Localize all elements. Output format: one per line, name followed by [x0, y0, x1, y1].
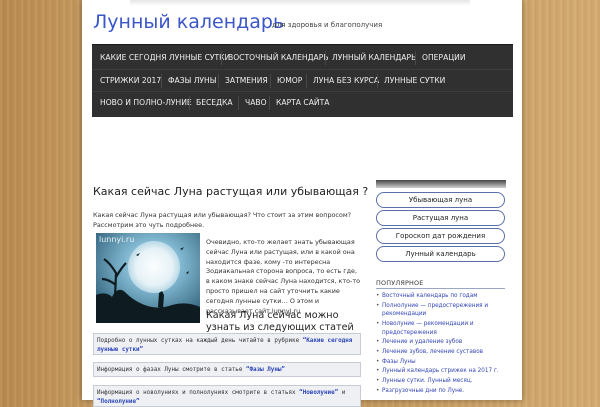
popular-item-label[interactable]: Разгрузочные дни по Луне. — [382, 388, 464, 394]
header-shadow — [130, 0, 470, 6]
moon-image: lunnyi.ru — [96, 233, 200, 323]
nav-item-eastern-calendar[interactable]: ВОСТОЧНЫЙ КАЛЕНДАРЬ — [228, 47, 329, 69]
popular-item[interactable]: • Лечение и удаление зубов — [376, 338, 506, 347]
popular-item-label[interactable]: Лечение зубов, лечение суставов — [382, 349, 483, 355]
sidebar-button-waxing-moon[interactable]: Растущая луна — [376, 210, 505, 226]
nav-item-today-lunar-days[interactable]: КАКИЕ СЕГОДНЯ ЛУННЫЕ СУТКИ — [100, 47, 230, 69]
popular-item-label[interactable]: Полнолуние — предостережения и рекоменда… — [382, 303, 488, 318]
site-title[interactable]: Лунный календарь — [93, 11, 284, 33]
popular-item[interactable]: • Разгрузочные дни по Луне. — [376, 387, 506, 396]
post-intro: Какая сейчас Луна растущая или убывающая… — [93, 211, 352, 229]
nav-item-gazebo[interactable]: БЕСЕДКА — [196, 92, 233, 114]
info-text: и — [338, 390, 346, 396]
nav-item-new-full-moon[interactable]: НОВО И ПОЛНО-ЛУНИЕ — [100, 92, 192, 114]
moon-illustration — [96, 233, 200, 323]
nav-separator — [238, 96, 239, 110]
nav-item-humor[interactable]: ЮМОР — [277, 70, 302, 92]
popular-item[interactable]: • Новолуние — рекомендации и предостереже… — [376, 320, 506, 337]
image-caption-text: Очевидно, кто-то желает знать убывающая … — [206, 238, 360, 315]
bullet-icon: • — [376, 348, 380, 355]
nav-row: СТРИЖКИ 2017 ФАЗЫ ЛУНЫ ЗАТМЕНИЯ ЮМОР ЛУН… — [92, 69, 513, 92]
popular-list: • Восточный календарь по годам • Полнолуни… — [376, 292, 506, 396]
info-link-moon-phases[interactable]: “Фазы Луны” — [246, 367, 285, 373]
popular-divider — [376, 288, 505, 289]
info-text: Информация о фазах Луны смотрите в стать… — [97, 367, 246, 373]
site-tagline: для здоровья и благополучия — [272, 21, 383, 29]
nav-separator — [306, 74, 307, 88]
nav-item-haircuts-2017[interactable]: СТРИЖКИ 2017 — [100, 70, 161, 92]
nav-separator — [218, 74, 219, 88]
popular-item-label[interactable]: Новолуние — рекомендации и предостережен… — [382, 321, 474, 336]
bullet-icon: • — [376, 302, 380, 309]
bullet-icon: • — [376, 378, 380, 384]
popular-item[interactable]: • Фазы Луны — [376, 358, 506, 367]
popular-heading: ПОПУЛЯРНОЕ — [376, 279, 424, 287]
popular-item-label[interactable]: Лунные сутки. Лунный месяц. — [382, 378, 473, 384]
popular-item[interactable]: • Лечение зубов, лечение суставов — [376, 348, 506, 357]
bullet-icon: • — [376, 320, 380, 327]
bullet-icon: • — [376, 368, 380, 375]
bullet-icon: • — [376, 387, 380, 394]
nav-separator — [415, 51, 416, 65]
sidebar-button-waning-moon[interactable]: Убывающая луна — [376, 192, 505, 208]
info-box-new-full-moon: Информация о новолуниях и полнолуниях см… — [93, 385, 361, 407]
nav-separator — [221, 51, 222, 65]
post-title[interactable]: Какая сейчас Луна растущая или убывающая… — [93, 185, 368, 198]
bullet-icon: • — [376, 339, 380, 346]
popular-item[interactable]: • Полнолуние — предостережения и рекоменд… — [376, 302, 506, 319]
nav-separator — [269, 96, 270, 110]
nav-item-operations[interactable]: ОПЕРАЦИИ — [422, 47, 466, 69]
sidebar-button-lunar-calendar[interactable]: Лунный календарь — [376, 246, 505, 262]
nav-item-lunar-calendar[interactable]: ЛУННЫЙ КАЛЕНДАРЬ — [332, 47, 416, 69]
nav-item-void-moon[interactable]: ЛУНА БЕЗ КУРСА — [313, 70, 379, 92]
popular-item-label[interactable]: Лунный календарь стрижек на 2017 г. — [382, 368, 499, 374]
image-watermark: lunnyi.ru — [99, 235, 135, 244]
sidebar-header-bar — [376, 180, 506, 188]
nav-item-eclipses[interactable]: ЗАТМЕНИЯ — [225, 70, 268, 92]
popular-item[interactable]: • Восточный календарь по годам — [376, 292, 506, 301]
sidebar-button-birth-horoscope[interactable]: Гороскоп дат рождения — [376, 228, 505, 244]
nav-separator — [189, 96, 190, 110]
nav-item-moon-phases[interactable]: ФАЗЫ ЛУНЫ — [168, 70, 216, 92]
info-text: Информация о новолуниях и полнолуниях см… — [97, 390, 300, 396]
nav-separator — [161, 74, 162, 88]
info-box-moon-phases: Информация о фазах Луны смотрите в стать… — [93, 362, 361, 377]
popular-item[interactable]: • Лунный календарь стрижек на 2017 г. — [376, 367, 506, 376]
popular-item-label[interactable]: Восточный календарь по годам — [382, 293, 478, 299]
main-nav: КАКИЕ СЕГОДНЯ ЛУННЫЕ СУТКИ ВОСТОЧНЫЙ КАЛ… — [92, 44, 513, 117]
nav-item-sitemap[interactable]: КАРТА САЙТА — [276, 92, 329, 114]
nav-separator — [270, 74, 271, 88]
bullet-icon: • — [376, 293, 380, 299]
nav-item-lunar-days[interactable]: ЛУННЫЕ СУТКИ — [384, 70, 445, 92]
articles-subheading: Какая Луна сейчас можно узнать из следую… — [206, 310, 354, 333]
info-text: Подробно о лунных сутках на каждый день … — [97, 338, 303, 344]
nav-separator — [377, 74, 378, 88]
nav-row: КАКИЕ СЕГОДНЯ ЛУННЫЕ СУТКИ ВОСТОЧНЫЙ КАЛ… — [92, 47, 513, 69]
info-link-full-moon[interactable]: “Полнолуние” — [97, 399, 140, 405]
nav-row: НОВО И ПОЛНО-ЛУНИЕ БЕСЕДКА ЧАВО КАРТА СА… — [92, 91, 513, 114]
popular-item-label[interactable]: Фазы Луны — [382, 359, 416, 365]
info-box-lunar-days: Подробно о лунных сутках на каждый день … — [93, 333, 361, 355]
nav-separator — [325, 51, 326, 65]
bullet-icon: • — [376, 358, 380, 365]
popular-item[interactable]: • Лунные сутки. Лунный месяц. — [376, 377, 506, 386]
popular-item-label[interactable]: Лечение и удаление зубов — [382, 339, 462, 345]
info-link-new-moon[interactable]: “Новолуние” — [299, 390, 338, 396]
nav-item-faq[interactable]: ЧАВО — [245, 92, 267, 114]
